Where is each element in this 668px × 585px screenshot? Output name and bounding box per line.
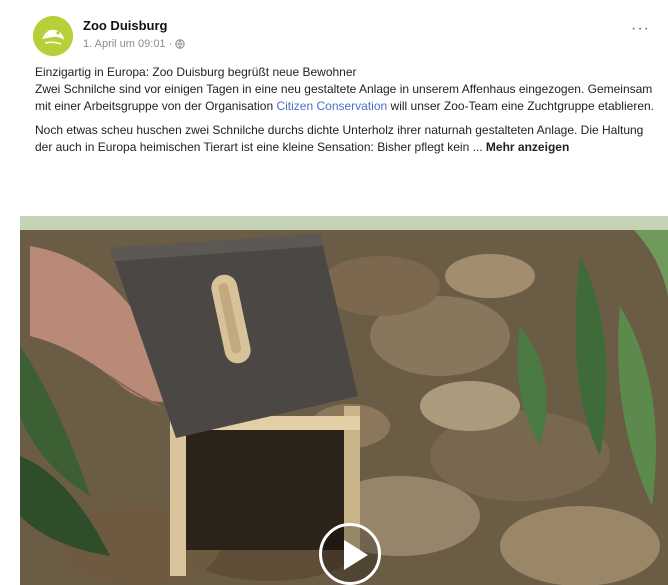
play-icon [344,540,368,570]
post-paragraph-1: Einzigartig in Europa: Zoo Duisburg begr… [35,64,660,115]
post-headline: Einzigartig in Europa: Zoo Duisburg begr… [35,65,357,79]
video-thumbnail[interactable] [20,216,668,585]
see-more-link[interactable]: Mehr anzeigen [486,140,569,154]
citizen-conservation-link[interactable]: Citizen Conservation [276,99,387,113]
post-paragraph-2: Noch etwas scheu huschen zwei Schnilche … [35,122,660,156]
more-options-icon[interactable]: ··· [631,21,650,37]
post-header: Zoo Duisburg 1. April um 09:01 · ··· [0,0,668,62]
post-text: Einzigartig in Europa: Zoo Duisburg begr… [35,64,660,163]
post-body-text-end: will unser Zoo-Team eine Zuchtgruppe eta… [387,99,654,113]
play-button[interactable] [319,523,381,585]
page-name-link[interactable]: Zoo Duisburg [83,18,168,33]
zoo-logo-icon [33,16,73,56]
post-meta: 1. April um 09:01 · [83,38,185,50]
globe-icon [175,39,185,49]
meta-separator: · [168,38,173,50]
facebook-post: Zoo Duisburg 1. April um 09:01 · ··· Ein… [0,0,668,585]
page-avatar[interactable] [33,16,73,56]
post-timestamp[interactable]: 1. April um 09:01 [83,38,166,50]
